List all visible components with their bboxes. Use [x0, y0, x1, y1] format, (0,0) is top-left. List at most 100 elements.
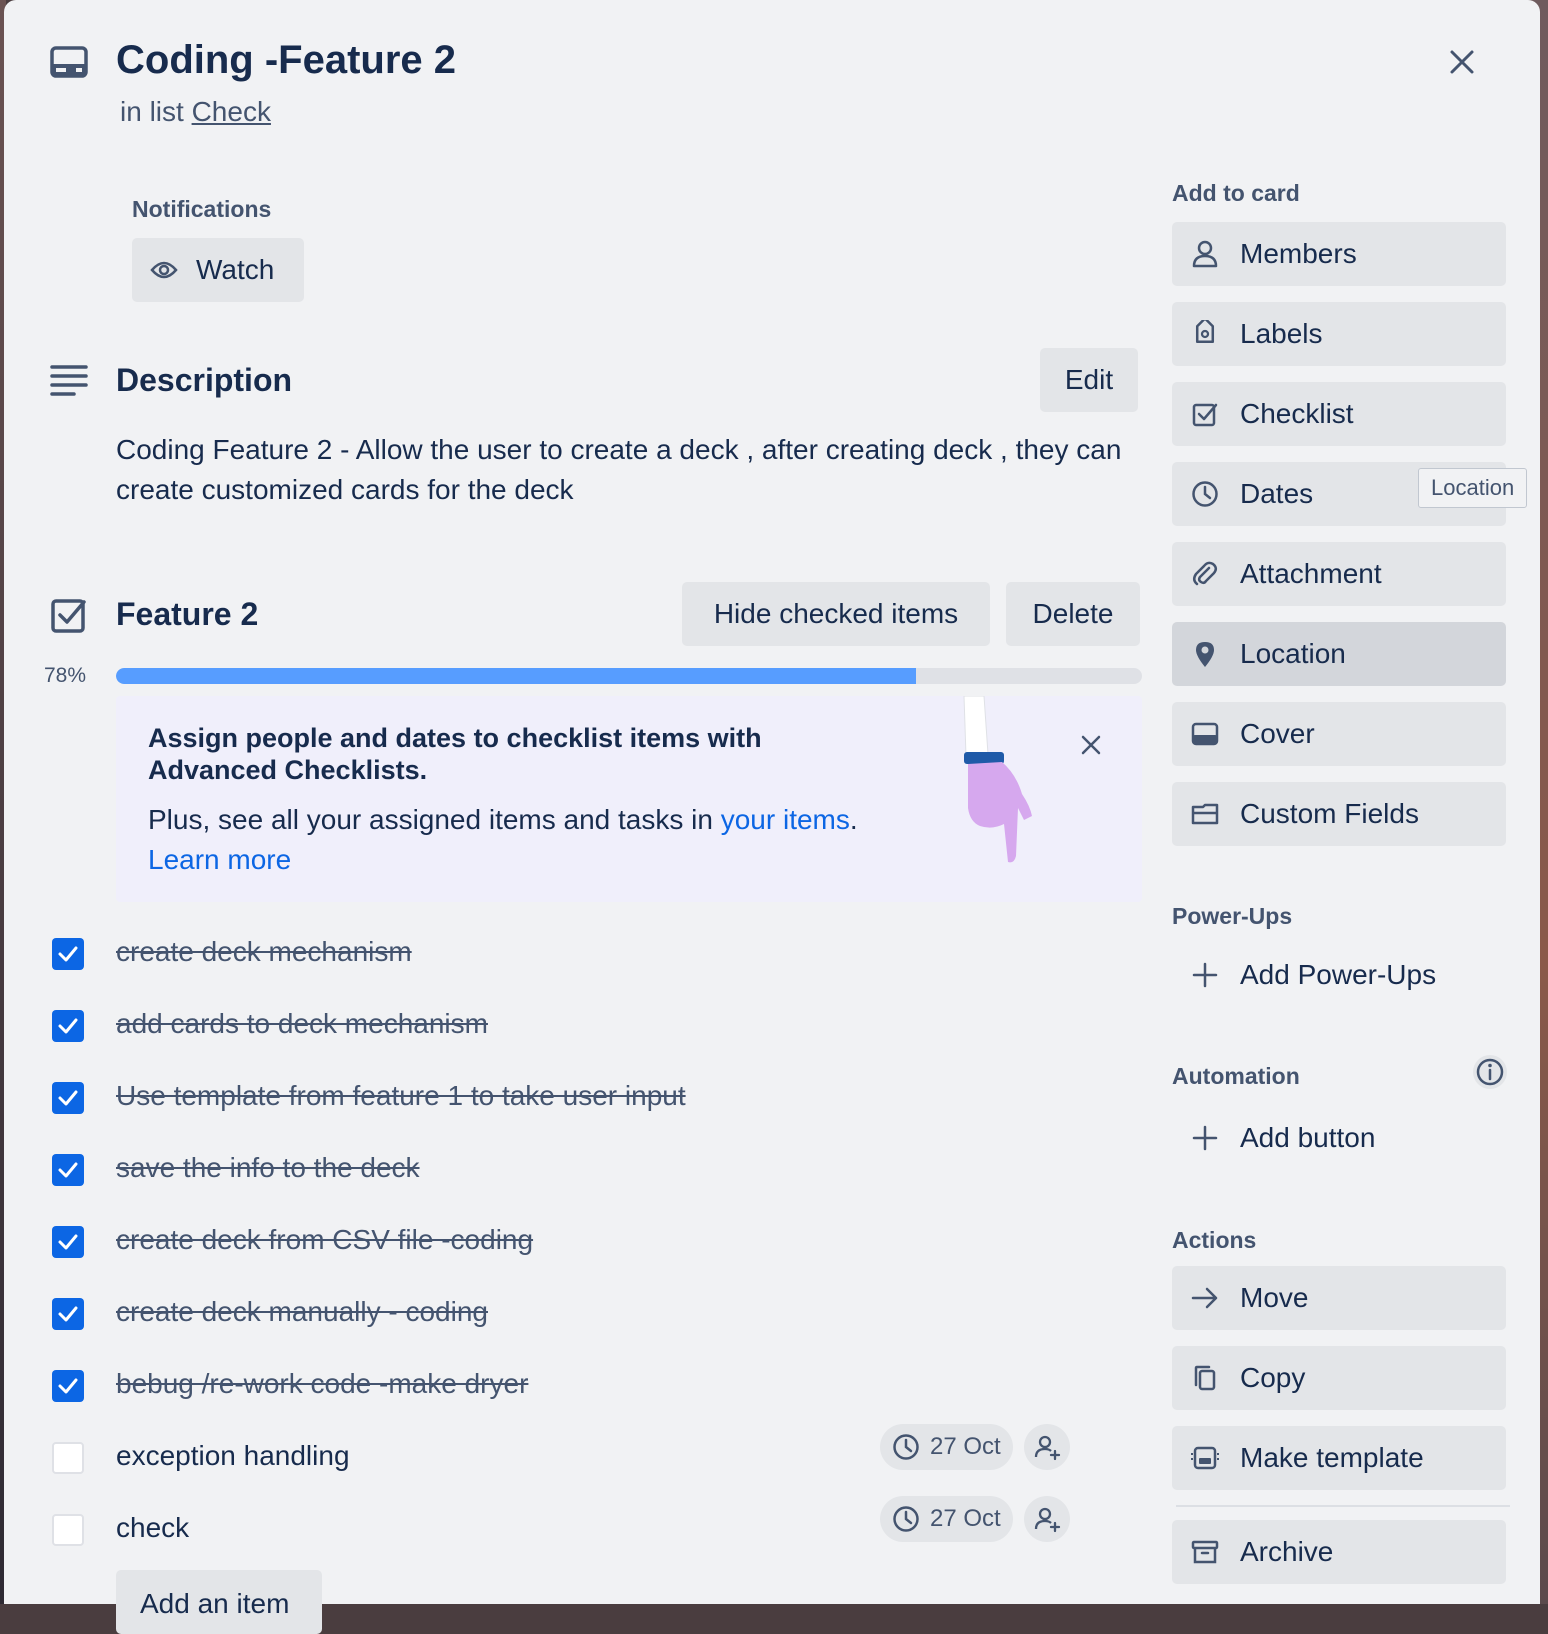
- progress-bar-fill: [116, 668, 917, 684]
- delete-checklist-button[interactable]: Delete: [1006, 582, 1140, 646]
- plus-icon: [1190, 1123, 1220, 1153]
- template-icon: [1190, 1443, 1220, 1473]
- promo-text-suffix: .: [849, 804, 858, 835]
- checkbox-icon: [1190, 399, 1220, 429]
- close-promo-icon[interactable]: [1076, 730, 1106, 760]
- checklist-item-text[interactable]: exception handling: [116, 1440, 350, 1472]
- item-checkbox[interactable]: [52, 938, 84, 970]
- item-checkbox[interactable]: [52, 1442, 84, 1474]
- item-checkbox[interactable]: [52, 1154, 84, 1186]
- archive-label: Archive: [1240, 1536, 1334, 1567]
- members-button[interactable]: Members: [1172, 222, 1506, 286]
- custom-fields-icon: [1190, 799, 1220, 829]
- add-item-button[interactable]: Add an item: [116, 1570, 322, 1634]
- info-icon[interactable]: [1472, 1054, 1508, 1090]
- dates-label: Dates: [1240, 478, 1314, 509]
- cover-button[interactable]: Cover: [1172, 702, 1506, 766]
- members-label: Members: [1240, 238, 1357, 269]
- description-icon: [50, 364, 88, 396]
- automation-label: Automation: [1172, 1063, 1300, 1089]
- custom-fields-button[interactable]: Custom Fields: [1172, 782, 1506, 846]
- make-template-label: Make template: [1240, 1442, 1424, 1473]
- edit-description-button[interactable]: Edit: [1040, 348, 1138, 412]
- due-date-chip[interactable]: 27 Oct: [880, 1496, 1013, 1542]
- location-button[interactable]: Location: [1172, 622, 1506, 686]
- archive-button[interactable]: Archive: [1172, 1520, 1506, 1584]
- checklist-item-text[interactable]: save the info to the deck: [116, 1152, 420, 1184]
- map-pin-icon: [1190, 639, 1220, 669]
- description-heading: Description: [116, 362, 293, 398]
- checklist-item-text[interactable]: create deck from CSV file -coding: [116, 1224, 533, 1256]
- due-date-text: 27 Oct: [930, 1505, 1001, 1532]
- add-button-button[interactable]: Add button: [1172, 1113, 1375, 1163]
- eye-icon: [150, 260, 178, 280]
- description-text[interactable]: Coding Feature 2 - Allow the user to cre…: [116, 430, 1126, 510]
- cover-label: Cover: [1240, 718, 1315, 749]
- arrow-right-icon: [1190, 1283, 1220, 1313]
- archive-icon: [1190, 1537, 1220, 1567]
- attachment-label: Attachment: [1240, 558, 1382, 589]
- tag-icon: [1190, 319, 1220, 349]
- actions-divider: [1176, 1505, 1510, 1507]
- assign-member-button[interactable]: [1024, 1424, 1070, 1470]
- your-items-link[interactable]: your items: [721, 804, 850, 835]
- checklist-item-text[interactable]: check: [116, 1512, 189, 1544]
- watch-button[interactable]: Watch: [132, 238, 304, 302]
- labels-button[interactable]: Labels: [1172, 302, 1506, 366]
- location-label: Location: [1240, 638, 1346, 669]
- checklist-icon: [50, 596, 88, 634]
- add-power-ups-button[interactable]: Add Power-Ups: [1172, 950, 1436, 1000]
- clock-icon: [1190, 479, 1220, 509]
- move-button[interactable]: Move: [1172, 1266, 1506, 1330]
- clock-icon: [892, 1433, 920, 1461]
- checklist-label: Checklist: [1240, 398, 1354, 429]
- clock-icon: [892, 1505, 920, 1533]
- cover-icon: [1190, 719, 1220, 749]
- person-icon: [1190, 239, 1220, 269]
- item-checkbox[interactable]: [52, 1010, 84, 1042]
- copy-button[interactable]: Copy: [1172, 1346, 1506, 1410]
- copy-label: Copy: [1240, 1362, 1306, 1393]
- card-list-location: in list Check: [120, 96, 271, 128]
- progress-percent: 78%: [44, 664, 87, 687]
- make-template-button[interactable]: Make template: [1172, 1426, 1506, 1490]
- due-date-chip[interactable]: 27 Oct: [880, 1424, 1013, 1470]
- add-person-icon: [1033, 1433, 1061, 1461]
- progress-bar: [116, 668, 1142, 684]
- learn-more-link[interactable]: Learn more: [148, 844, 291, 875]
- custom-fields-label: Custom Fields: [1240, 798, 1419, 829]
- promo-text-prefix: Plus, see all your assigned items and ta…: [148, 804, 713, 835]
- checklist-item-text[interactable]: bebug /re-work code -make dryer: [116, 1368, 528, 1400]
- assign-member-button[interactable]: [1024, 1496, 1070, 1542]
- item-checkbox[interactable]: [52, 1370, 84, 1402]
- checklist-item-text[interactable]: add cards to deck mechanism: [116, 1008, 488, 1040]
- card-title[interactable]: Coding -Feature 2: [116, 38, 456, 83]
- due-date-text: 27 Oct: [930, 1433, 1001, 1460]
- labels-label: Labels: [1240, 318, 1323, 349]
- list-link[interactable]: Check: [192, 96, 271, 127]
- actions-label: Actions: [1172, 1227, 1257, 1253]
- item-checkbox[interactable]: [52, 1298, 84, 1330]
- add-to-card-label: Add to card: [1172, 180, 1300, 206]
- paperclip-icon: [1190, 559, 1220, 589]
- item-checkbox[interactable]: [52, 1226, 84, 1258]
- attachment-button[interactable]: Attachment: [1172, 542, 1506, 606]
- checklist-button[interactable]: Checklist: [1172, 382, 1506, 446]
- promo-title: Assign people and dates to checklist ite…: [148, 723, 762, 785]
- add-power-ups-label: Add Power-Ups: [1240, 959, 1437, 990]
- copy-icon: [1190, 1363, 1220, 1393]
- checklist-title[interactable]: Feature 2: [116, 596, 258, 633]
- watch-label: Watch: [196, 254, 275, 285]
- add-button-label: Add button: [1240, 1122, 1376, 1153]
- item-checkbox[interactable]: [52, 1082, 84, 1114]
- checklist-item-text[interactable]: create deck manually - coding: [116, 1296, 488, 1328]
- checklist-item-text[interactable]: create deck mechanism: [116, 936, 412, 968]
- checklist-item-text[interactable]: Use template from feature 1 to take user…: [116, 1080, 686, 1112]
- hide-checked-items-button[interactable]: Hide checked items: [682, 582, 990, 646]
- power-ups-label: Power-Ups: [1172, 903, 1293, 929]
- card-icon: [50, 46, 88, 78]
- move-label: Move: [1240, 1282, 1309, 1313]
- item-checkbox[interactable]: [52, 1514, 84, 1546]
- close-icon[interactable]: [1444, 44, 1480, 80]
- add-person-icon: [1033, 1505, 1061, 1533]
